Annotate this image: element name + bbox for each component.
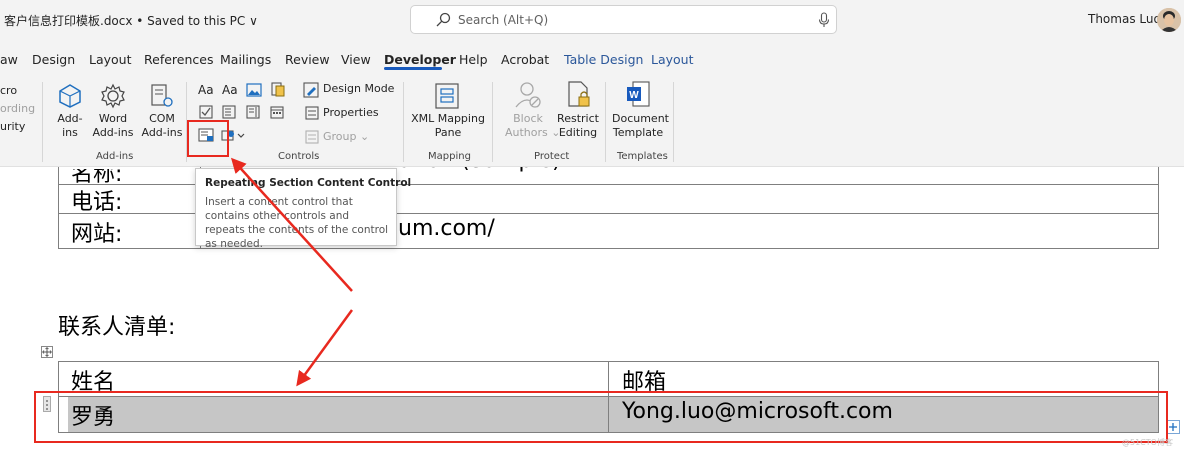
arrow-to-control-button [230,157,353,292]
annotation-arrows [230,157,354,387]
arrow-to-repeating-row [296,309,354,387]
watermark: @51CTO博客 [1122,438,1173,447]
